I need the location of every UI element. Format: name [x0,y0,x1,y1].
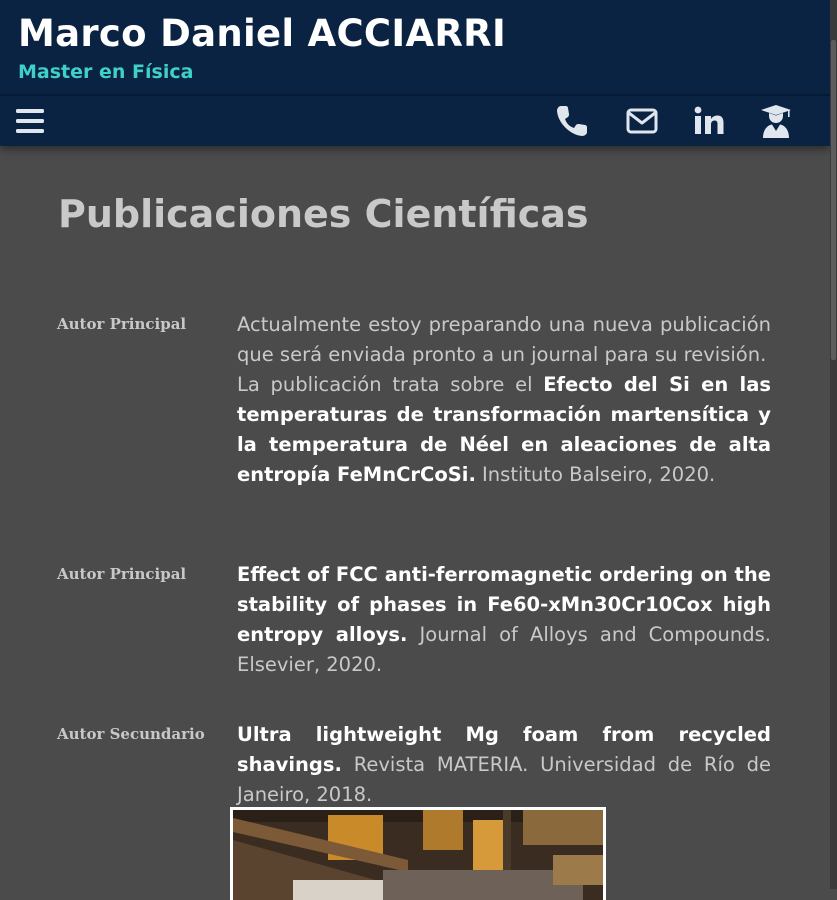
linkedin-icon[interactable] [694,106,724,134]
warehouse-shelves-image [233,810,603,900]
publication-role: Autor Principal [57,565,187,583]
author-name: Marco Daniel ACCIARRI [18,12,507,55]
publication-photo [230,807,606,900]
publication-entry: Ultra lightweight Mg foam from recycled … [237,720,771,810]
menu-icon[interactable] [16,108,44,134]
publication-role: Autor Secundario [57,725,205,743]
publication-source: Instituto Balseiro, 2020. [475,463,716,486]
publication-entry: Effect of FCC anti-ferromagnetic orderin… [237,560,771,680]
publication-description: Effect of FCC anti-ferromagnetic orderin… [237,560,771,680]
author-degree: Master en Física [18,61,194,83]
publication-description: La publicación trata sobre el Efecto del… [237,370,771,490]
publication-intro: Actualmente estoy preparando una nueva p… [237,313,771,366]
header-divider [0,94,830,96]
graduate-icon[interactable] [760,104,792,138]
scrollbar-thumb[interactable] [831,40,836,360]
publication-description: Ultra lightweight Mg foam from recycled … [237,720,771,810]
mail-icon[interactable] [626,108,658,134]
publication-lead: La publicación trata sobre el [237,373,544,396]
scrollbar[interactable] [830,0,837,889]
publication-entry: Actualmente estoy preparando una nueva p… [237,310,771,490]
site-header: Marco Daniel ACCIARRI Master en Física [0,0,830,146]
publication-role: Autor Principal [57,315,187,333]
phone-icon[interactable] [555,104,589,138]
page-title: Publicaciones Científicas [58,192,589,236]
